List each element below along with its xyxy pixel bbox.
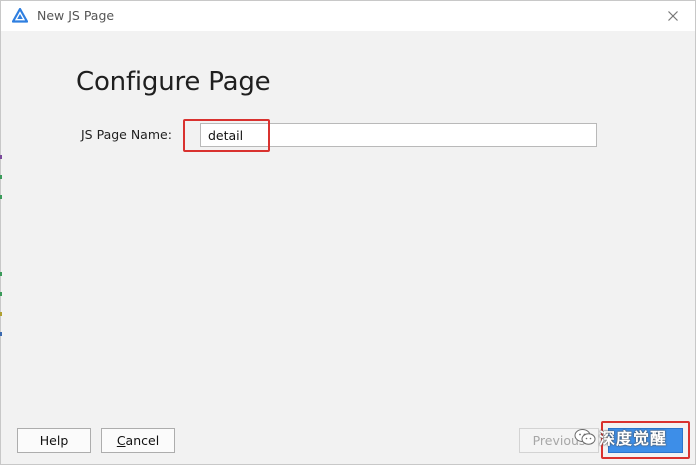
js-page-name-label: JS Page Name: [81,127,172,142]
cancel-button[interactable]: Cancel [101,428,175,453]
js-page-name-input[interactable] [200,123,597,147]
help-button-label: Help [39,433,69,448]
window-title: New JS Page [37,8,115,23]
help-button[interactable]: Help [17,428,91,453]
app-logo-icon [12,8,28,23]
edge-mark [0,312,2,316]
edge-mark [0,175,2,179]
previous-button-label: Previous [532,433,586,448]
dialog-window: New JS Page Configure Page JS Page Name:… [0,0,696,465]
edge-mark [0,155,2,159]
finish-button[interactable] [608,428,683,453]
edge-mark [0,332,2,336]
page-title: Configure Page [76,67,271,97]
edge-mark [0,292,2,296]
close-icon[interactable] [665,8,681,24]
cancel-mnemonic: C [116,433,126,448]
title-bar: New JS Page [1,1,695,31]
previous-button[interactable]: Previous [519,428,599,453]
edge-mark [0,195,2,199]
edge-mark [0,272,2,276]
cancel-button-label: ancel [125,433,160,448]
